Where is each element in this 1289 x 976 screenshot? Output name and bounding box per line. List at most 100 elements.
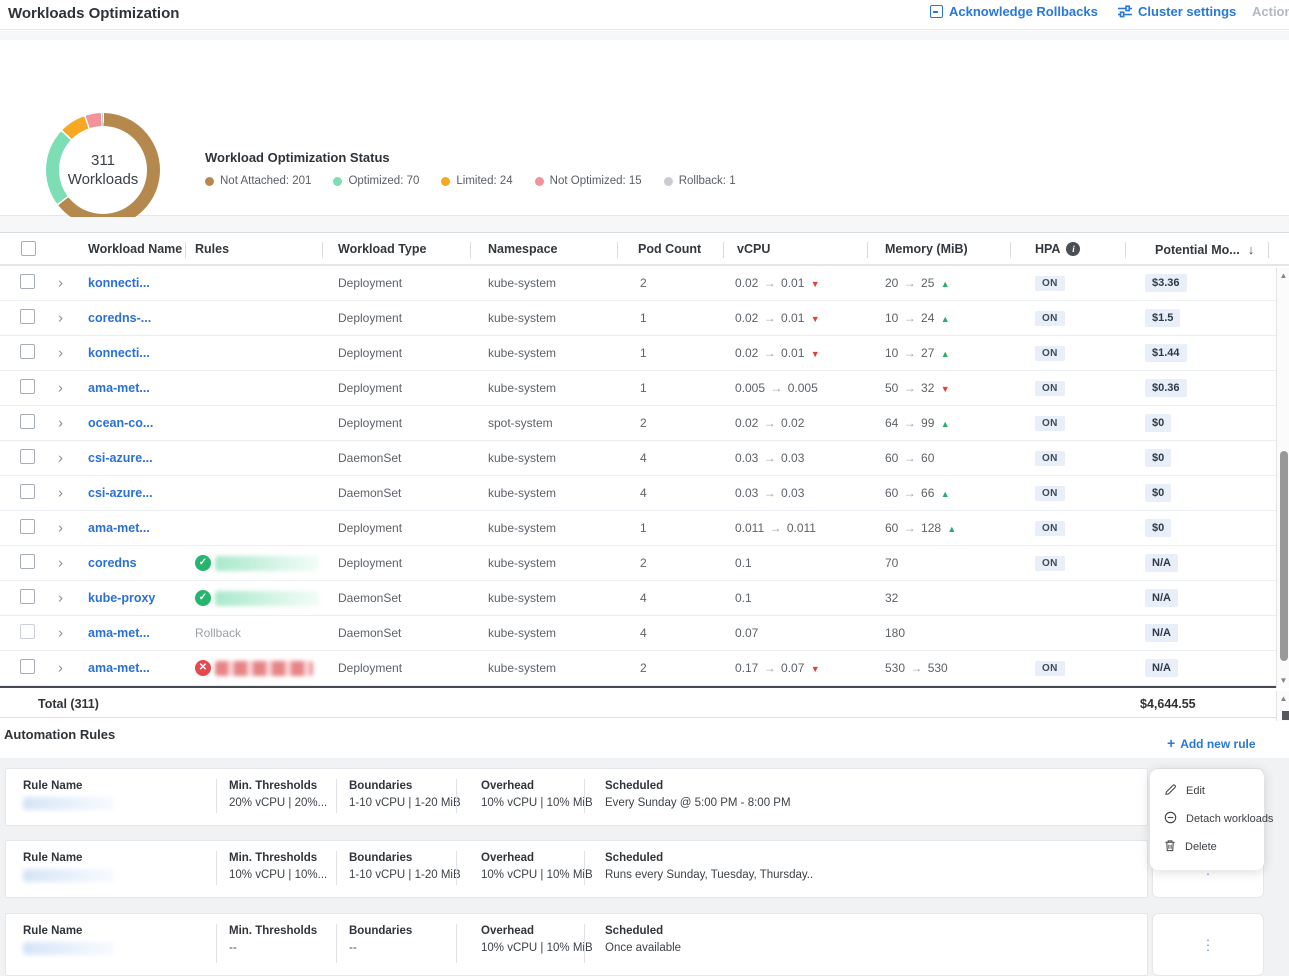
- kebab-menu-icon[interactable]: ⋮: [1201, 936, 1215, 953]
- expand-row-icon[interactable]: ›: [58, 415, 63, 432]
- col-namespace[interactable]: Namespace: [488, 242, 558, 256]
- expand-row-icon[interactable]: ›: [58, 310, 63, 327]
- select-all-checkbox[interactable]: [21, 241, 36, 256]
- vcpu-value: 0.02 → 0.01 ▼: [735, 346, 820, 360]
- row-checkbox[interactable]: [20, 344, 35, 359]
- row-checkbox[interactable]: [20, 554, 35, 569]
- col-rules[interactable]: Rules: [195, 242, 229, 256]
- menu-item-delete[interactable]: Delete: [1150, 833, 1264, 861]
- col-workload-name[interactable]: Workload Name: [88, 242, 182, 256]
- row-checkbox[interactable]: [20, 519, 35, 534]
- plus-icon: +: [1167, 735, 1175, 751]
- workload-name-link[interactable]: konnecti...: [88, 346, 150, 360]
- automation-rules-section: Automation Rules +Add new rule Rule Name…: [0, 718, 1289, 976]
- secondary-scrollbar[interactable]: ▲: [1276, 691, 1289, 721]
- workload-name-link[interactable]: ama-met...: [88, 626, 150, 640]
- table-row: ›ama-met...RollbackDaemonSetkube-system4…: [0, 616, 1289, 651]
- workload-name-link[interactable]: ocean-co...: [88, 416, 153, 430]
- col-hpa[interactable]: HPAi: [1035, 242, 1080, 256]
- arrow-right-icon: →: [762, 276, 778, 290]
- cluster-settings-button[interactable]: Cluster settings: [1118, 4, 1236, 19]
- expand-row-icon[interactable]: ›: [58, 485, 63, 502]
- row-checkbox[interactable]: [20, 379, 35, 394]
- row-checkbox[interactable]: [20, 449, 35, 464]
- workload-type: Deployment: [338, 276, 402, 290]
- rule-error-icon: ✕: [195, 660, 211, 676]
- expand-row-icon[interactable]: ›: [58, 380, 63, 397]
- scroll-up-icon[interactable]: ▲: [1277, 694, 1289, 703]
- acknowledge-icon: [930, 5, 943, 18]
- expand-row-icon[interactable]: ›: [58, 660, 63, 677]
- menu-item-edit[interactable]: Edit: [1150, 777, 1264, 805]
- row-checkbox[interactable]: [20, 274, 35, 289]
- table-scrollbar[interactable]: ▲ ▼: [1276, 268, 1289, 688]
- hpa-on-badge: ON: [1035, 661, 1065, 676]
- workload-name-link[interactable]: kube-proxy: [88, 591, 155, 605]
- arrow-right-icon: →: [902, 416, 918, 430]
- workload-name-link[interactable]: csi-azure...: [88, 451, 153, 465]
- pod-count: 1: [640, 346, 647, 360]
- hpa-info-icon[interactable]: i: [1066, 242, 1080, 256]
- row-checkbox[interactable]: [20, 659, 35, 674]
- col-potential-savings[interactable]: Potential Mo...↓: [1155, 242, 1254, 257]
- scrollbar-thumb[interactable]: [1282, 711, 1289, 720]
- scrollbar-thumb[interactable]: [1280, 451, 1288, 661]
- workload-name-link[interactable]: coredns-...: [88, 311, 151, 325]
- expand-row-icon[interactable]: ›: [58, 590, 63, 607]
- col-vcpu[interactable]: vCPU: [737, 242, 770, 256]
- col-memory[interactable]: Memory (MiB): [885, 242, 968, 256]
- col-workload-type[interactable]: Workload Type: [338, 242, 426, 256]
- namespace: kube-system: [488, 346, 556, 360]
- arrow-right-icon: →: [762, 311, 778, 325]
- rule-name-redacted: [23, 942, 115, 955]
- workload-type: DaemonSet: [338, 486, 401, 500]
- workload-type: DaemonSet: [338, 626, 401, 640]
- row-checkbox[interactable]: [20, 589, 35, 604]
- boundaries-label: Boundaries: [349, 925, 412, 937]
- row-checkbox[interactable]: [20, 484, 35, 499]
- menu-item-detach-workloads[interactable]: Detach workloads: [1150, 805, 1264, 833]
- workload-name-link[interactable]: ama-met...: [88, 521, 150, 535]
- add-new-rule-button[interactable]: +Add new rule: [1167, 735, 1256, 751]
- scroll-up-icon[interactable]: ▲: [1277, 271, 1289, 280]
- sort-desc-icon[interactable]: ↓: [1248, 242, 1255, 257]
- donut-center-label: 311 Workloads: [46, 113, 160, 227]
- arrow-right-icon: →: [902, 381, 918, 395]
- pod-count: 4: [640, 626, 647, 640]
- row-checkbox[interactable]: [20, 309, 35, 324]
- table-row: ›ocean-co...Deploymentspot-system20.02 →…: [0, 406, 1289, 441]
- workload-name-link[interactable]: coredns: [88, 556, 137, 570]
- expand-row-icon[interactable]: ›: [58, 275, 63, 292]
- scroll-down-icon[interactable]: ▼: [1277, 676, 1289, 685]
- rule-cell: ✓: [195, 590, 319, 606]
- workload-type: Deployment: [338, 311, 402, 325]
- scheduled-value: Once available: [605, 942, 681, 954]
- workload-name-link[interactable]: ama-met...: [88, 381, 150, 395]
- actions-button[interactable]: Action: [1252, 4, 1289, 19]
- boundaries-value: --: [349, 942, 357, 954]
- legend-dot-icon: [441, 177, 450, 186]
- acknowledge-rollbacks-button[interactable]: Acknowledge Rollbacks: [930, 4, 1098, 19]
- col-pod-count[interactable]: Pod Count: [638, 242, 701, 256]
- overhead-label: Overhead: [481, 925, 534, 937]
- hpa-on-badge: ON: [1035, 381, 1065, 396]
- table-row: ›ama-met...Deploymentkube-system10.011 →…: [0, 511, 1289, 546]
- workload-status-summary-card: 311 Workloads Workload Optimization Stat…: [0, 40, 1289, 216]
- expand-row-icon[interactable]: ›: [58, 520, 63, 537]
- workload-name-link[interactable]: csi-azure...: [88, 486, 153, 500]
- menu-item-label: Detach workloads: [1186, 813, 1273, 825]
- potential-savings-badge: N/A: [1145, 589, 1178, 607]
- expand-row-icon[interactable]: ›: [58, 625, 63, 642]
- expand-row-icon[interactable]: ›: [58, 450, 63, 467]
- boundaries-label: Boundaries: [349, 852, 412, 864]
- workload-name-link[interactable]: konnecti...: [88, 276, 150, 290]
- hpa-on-badge: ON: [1035, 276, 1065, 291]
- expand-row-icon[interactable]: ›: [58, 555, 63, 572]
- memory-value: 10 → 27 ▲: [885, 346, 950, 360]
- trend-up-icon: ▲: [938, 279, 950, 289]
- workload-name-link[interactable]: ama-met...: [88, 661, 150, 675]
- scheduled-label: Scheduled: [605, 852, 663, 864]
- row-checkbox[interactable]: [20, 414, 35, 429]
- row-checkbox[interactable]: [20, 624, 35, 639]
- expand-row-icon[interactable]: ›: [58, 345, 63, 362]
